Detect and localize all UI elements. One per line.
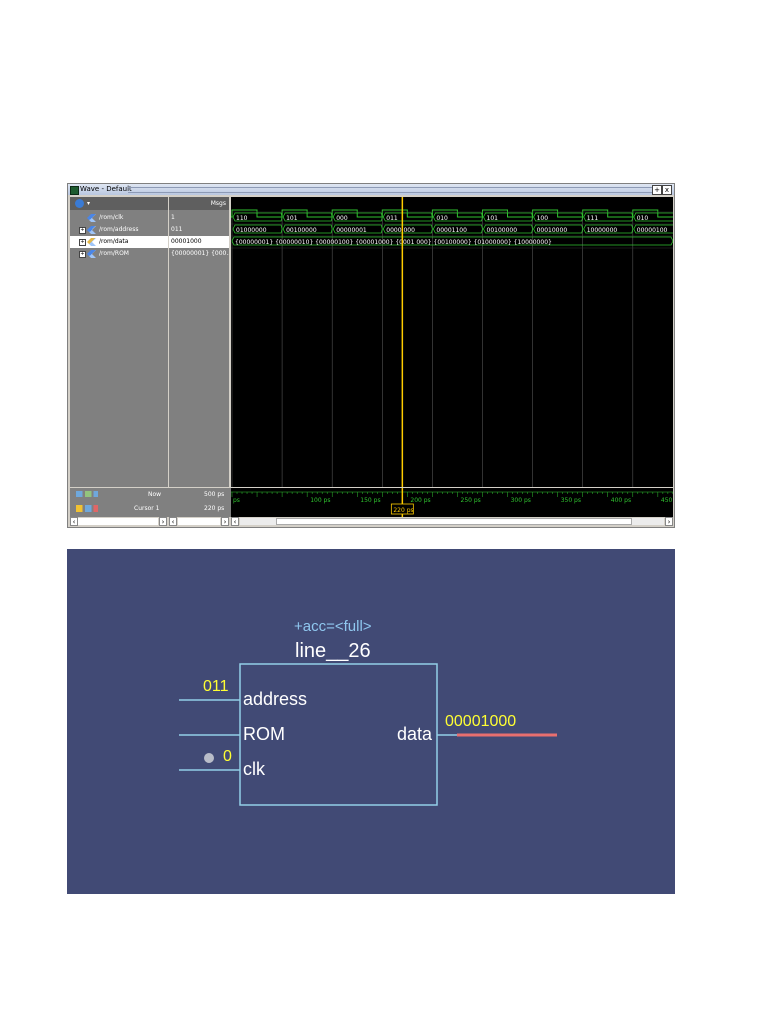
expand-icon[interactable]: + bbox=[79, 239, 86, 246]
signal-value[interactable]: {00000001} {000... bbox=[169, 248, 229, 260]
address-bus-value: 101 bbox=[286, 215, 298, 222]
value-scrollbar-track[interactable] bbox=[178, 518, 220, 525]
data-bus-value: 01000000 bbox=[236, 227, 267, 234]
values-pane: Msgs 1 011 00001000 {00000001} {000... bbox=[169, 197, 229, 487]
values-header: Msgs bbox=[169, 197, 229, 210]
waveform-canvas[interactable]: 110 101 000 011 010 101 100 111 010 01000000 00100… bbox=[231, 197, 673, 487]
signal-list-pane: ▾ /rom/clk + /rom/address + /rom/data + /rom/R… bbox=[70, 197, 168, 487]
msgs-label: Msgs bbox=[210, 200, 226, 207]
expand-icon[interactable]: + bbox=[79, 227, 86, 234]
wave-scroll-right-button[interactable]: › bbox=[665, 517, 673, 526]
value-scroll-left-button[interactable]: ‹ bbox=[169, 517, 177, 526]
address-bus-value: 011 bbox=[386, 215, 398, 222]
signal-icon bbox=[87, 238, 96, 246]
now-value: 500 ps bbox=[204, 491, 225, 498]
maximize-button[interactable]: + bbox=[652, 185, 662, 195]
signal-list-header: ▾ bbox=[70, 197, 168, 210]
signal-name: /rom/ROM bbox=[99, 250, 129, 257]
timeline-label: 450 ps bbox=[661, 497, 673, 504]
data-bus-value: 00001100 bbox=[436, 227, 467, 234]
data-bus-value: 00000100 bbox=[637, 227, 668, 234]
expand-icon[interactable]: + bbox=[79, 251, 86, 258]
wave-scrollbar-track[interactable] bbox=[240, 518, 664, 525]
data-port-label[interactable]: data bbox=[397, 724, 432, 745]
data-bus-value: 0000 000 bbox=[386, 227, 415, 234]
value-scroll-right-button[interactable]: › bbox=[221, 517, 229, 526]
instance-name: line__26 bbox=[295, 640, 371, 662]
signal-row[interactable]: + /rom/data bbox=[70, 236, 168, 248]
timeline-label: 250 ps bbox=[461, 497, 481, 504]
data-bus-value: 00000001 bbox=[336, 227, 367, 234]
cursor-label: Cursor 1 bbox=[134, 505, 160, 512]
signal-icon bbox=[87, 214, 96, 222]
signal-row[interactable]: /rom/clk bbox=[70, 212, 168, 224]
zoom-tool-icons[interactable] bbox=[76, 491, 98, 497]
signal-value[interactable]: 00001000 bbox=[169, 236, 229, 248]
dropdown-arrow-icon[interactable]: ▾ bbox=[87, 197, 90, 210]
address-bus-value: 010 bbox=[637, 215, 649, 222]
signal-icon bbox=[87, 226, 96, 234]
scroll-right-button[interactable]: › bbox=[159, 517, 167, 526]
time-bar: Now 500 ps Cursor 1 220 ps ps 100 ps 150 p… bbox=[70, 488, 673, 518]
address-bus-value: 101 bbox=[487, 215, 499, 222]
signal-name: /rom/address bbox=[99, 226, 139, 233]
data-bus-value: 00100000 bbox=[487, 227, 518, 234]
timeline-label: 200 ps bbox=[410, 497, 430, 504]
clk-state-dot-icon bbox=[204, 753, 214, 763]
signal-scrollbar-track[interactable] bbox=[78, 518, 158, 525]
scroll-left-button[interactable]: ‹ bbox=[70, 517, 78, 526]
data-bus-value: 00010000 bbox=[537, 227, 568, 234]
instance-attribute: +acc=<full> bbox=[294, 618, 372, 635]
scrollbar-row: ‹ › ‹ › ‹ › bbox=[70, 517, 673, 527]
timeline-label: 400 ps bbox=[611, 497, 631, 504]
cursor-value: 220 ps bbox=[204, 505, 225, 512]
wave-title-bar[interactable]: Wave - Default + x bbox=[68, 184, 674, 195]
timeline-label: 300 ps bbox=[511, 497, 531, 504]
timeline[interactable]: ps 100 ps 150 ps 200 ps 250 ps 300 ps 350 ps 40… bbox=[231, 488, 673, 518]
address-bus-value: 010 bbox=[436, 215, 448, 222]
address-bus-value: 100 bbox=[537, 215, 549, 222]
signal-value[interactable]: 011 bbox=[169, 224, 229, 236]
data-value: 00001000 bbox=[445, 713, 517, 730]
signal-value[interactable]: 1 bbox=[169, 212, 229, 224]
signal-row[interactable]: + /rom/address bbox=[70, 224, 168, 236]
signal-name: /rom/data bbox=[99, 238, 129, 245]
title-drag-handle[interactable] bbox=[128, 187, 652, 193]
wave-tool-icon[interactable] bbox=[75, 199, 84, 208]
rom-port-label[interactable]: ROM bbox=[243, 724, 285, 745]
wave-window-icon bbox=[70, 186, 79, 195]
waveform-pane[interactable]: 110 101 000 011 010 101 100 111 010 01000000 00100… bbox=[231, 197, 673, 487]
schematic-view: +acc=<full> line__26 011 address ROM 0 c… bbox=[67, 549, 675, 894]
address-bus-value: 110 bbox=[236, 215, 248, 222]
cursor-marker-label[interactable]: 220 ps bbox=[393, 507, 413, 514]
clk-value: 0 bbox=[223, 748, 232, 765]
rom-bus-value: {00000001} {00000010} {00000100} {000010… bbox=[235, 239, 552, 246]
data-bus-value: 10000000 bbox=[587, 227, 618, 234]
address-bus-value: 111 bbox=[587, 215, 599, 222]
now-label: Now bbox=[148, 491, 162, 498]
address-bus-value: 000 bbox=[336, 215, 348, 222]
signal-row[interactable]: + /rom/ROM bbox=[70, 248, 168, 260]
timeline-label: ps bbox=[233, 497, 240, 504]
address-port-label[interactable]: address bbox=[243, 689, 307, 710]
wave-window-title: Wave - Default bbox=[80, 185, 132, 193]
wave-scroll-left-button[interactable]: ‹ bbox=[231, 517, 239, 526]
wave-window: Wave - Default + x ▾ /rom/clk + /rom/addre… bbox=[67, 183, 675, 528]
timeline-label: 150 ps bbox=[360, 497, 380, 504]
signal-name: /rom/clk bbox=[99, 214, 124, 221]
address-value: 011 bbox=[203, 678, 229, 695]
timeline-label: 350 ps bbox=[561, 497, 581, 504]
timeline-label: 100 ps bbox=[310, 497, 330, 504]
data-bus-value: 00100000 bbox=[286, 227, 317, 234]
signal-icon bbox=[87, 250, 96, 258]
clk-port-label[interactable]: clk bbox=[243, 759, 265, 780]
wave-scrollbar-thumb[interactable] bbox=[276, 518, 632, 525]
close-button[interactable]: x bbox=[662, 185, 672, 195]
schematic-canvas bbox=[179, 663, 557, 806]
cursor-tool-icons[interactable] bbox=[76, 505, 98, 512]
